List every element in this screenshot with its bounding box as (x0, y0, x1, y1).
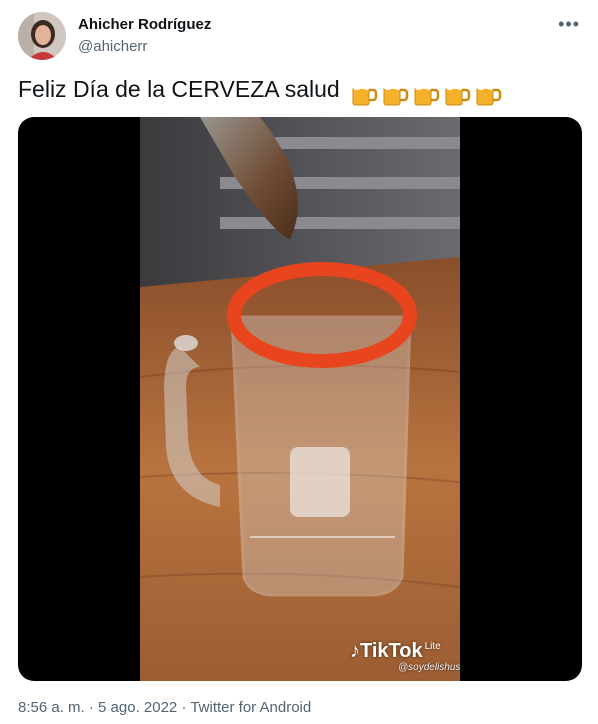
tweet-text-container: Feliz Día de la CERVEZA salud (18, 76, 505, 106)
beer-mug-icon (383, 80, 409, 106)
beer-emoji-group (350, 78, 505, 106)
video-media[interactable] (18, 117, 582, 681)
tiktok-watermark: ♪TikTok Lite (350, 640, 441, 663)
author-name[interactable]: Ahicher Rodríguez (78, 16, 211, 33)
tweet-timestamp[interactable]: 8:56 a. m. · 5 ago. 2022 · Twitter for A… (18, 699, 311, 716)
avatar-image (18, 12, 66, 60)
video-thumbnail (140, 117, 460, 681)
more-options-button[interactable]: ••• (558, 14, 580, 35)
beer-mug-icon (476, 80, 502, 106)
beer-mug-icon (445, 80, 471, 106)
beer-mug-icon (352, 80, 378, 106)
tweet-text: Feliz Día de la CERVEZA salud (18, 76, 340, 102)
avatar[interactable] (18, 12, 66, 60)
tiktok-note-icon: ♪ (350, 640, 360, 662)
tiktok-lite-badge: Lite (424, 641, 441, 652)
tiktok-username: @soydelishus (398, 662, 461, 673)
author-handle[interactable]: @ahicherr (78, 38, 147, 55)
beer-mug-icon (414, 80, 440, 106)
tiktok-brand: TikTok (360, 640, 423, 662)
